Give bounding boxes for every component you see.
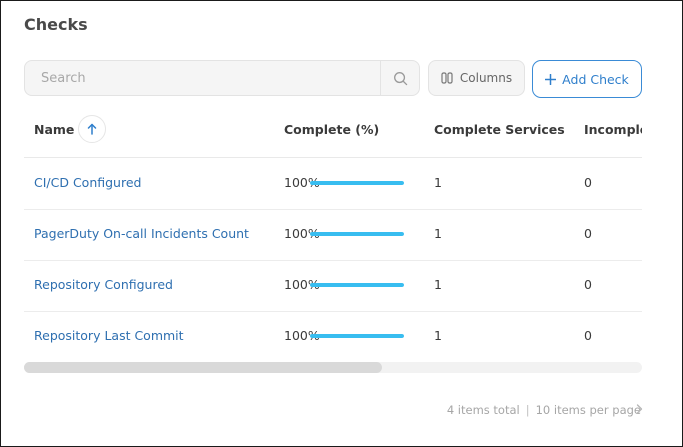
checks-panel: Checks Columns Add Check Name — [0, 0, 683, 447]
complete-services: 1 — [434, 175, 442, 190]
items-total: 4 items total — [446, 403, 520, 417]
progress-bar — [310, 283, 404, 287]
progress-fill — [310, 334, 404, 338]
search-input[interactable] — [25, 61, 381, 95]
pagination-info: 4 items total | 10 items per page — [447, 403, 641, 417]
check-name-link[interactable]: CI/CD Configured — [34, 175, 141, 190]
incomplete-services: 0 — [584, 226, 592, 241]
plus-icon — [545, 73, 557, 85]
progress-fill — [310, 181, 404, 185]
sort-button[interactable] — [78, 115, 106, 143]
chevron-right-icon[interactable] — [636, 404, 643, 414]
table-header: Name Complete (%) Complete Services Inco… — [24, 105, 642, 158]
table-row: PagerDuty On-call Incidents Count 100% 1… — [24, 209, 642, 261]
add-check-label: Add Check — [562, 71, 629, 87]
header-incomplete[interactable]: Incomplete — [584, 122, 642, 137]
search-button[interactable] — [380, 61, 419, 95]
progress-bar — [310, 232, 404, 236]
pagination-separator: | — [525, 403, 530, 417]
complete-services: 1 — [434, 277, 442, 292]
horizontal-scrollbar[interactable] — [24, 362, 642, 373]
page-title: Checks — [24, 15, 88, 34]
progress-fill — [310, 283, 404, 287]
check-name-link[interactable]: Repository Last Commit — [34, 328, 184, 343]
check-name-link[interactable]: Repository Configured — [34, 277, 173, 292]
header-complete-services[interactable]: Complete Services — [434, 122, 565, 137]
columns-button[interactable]: Columns — [428, 60, 525, 96]
checks-table: Name Complete (%) Complete Services Inco… — [24, 105, 642, 375]
incomplete-services: 0 — [584, 175, 592, 190]
add-check-button[interactable]: Add Check — [532, 60, 642, 98]
table-row: Repository Last Commit 100% 1 0 — [24, 311, 642, 362]
progress-bar — [310, 181, 404, 185]
table-row: CI/CD Configured 100% 1 0 — [24, 158, 642, 210]
header-name[interactable]: Name — [34, 122, 74, 137]
header-complete-pct[interactable]: Complete (%) — [284, 122, 379, 137]
columns-label: Columns — [459, 71, 513, 85]
columns-icon — [441, 72, 453, 84]
items-per-page[interactable]: 10 items per page — [536, 403, 641, 417]
progress-bar — [310, 334, 404, 338]
scrollbar-thumb[interactable] — [24, 362, 382, 373]
search-icon — [393, 71, 407, 85]
incomplete-services: 0 — [584, 328, 592, 343]
complete-services: 1 — [434, 226, 442, 241]
check-name-link[interactable]: PagerDuty On-call Incidents Count — [34, 226, 249, 241]
incomplete-services: 0 — [584, 277, 592, 292]
progress-fill — [310, 232, 404, 236]
complete-services: 1 — [434, 328, 442, 343]
table-row: Repository Configured 100% 1 0 — [24, 260, 642, 312]
arrow-up-icon — [87, 123, 97, 135]
search-box — [24, 60, 420, 96]
